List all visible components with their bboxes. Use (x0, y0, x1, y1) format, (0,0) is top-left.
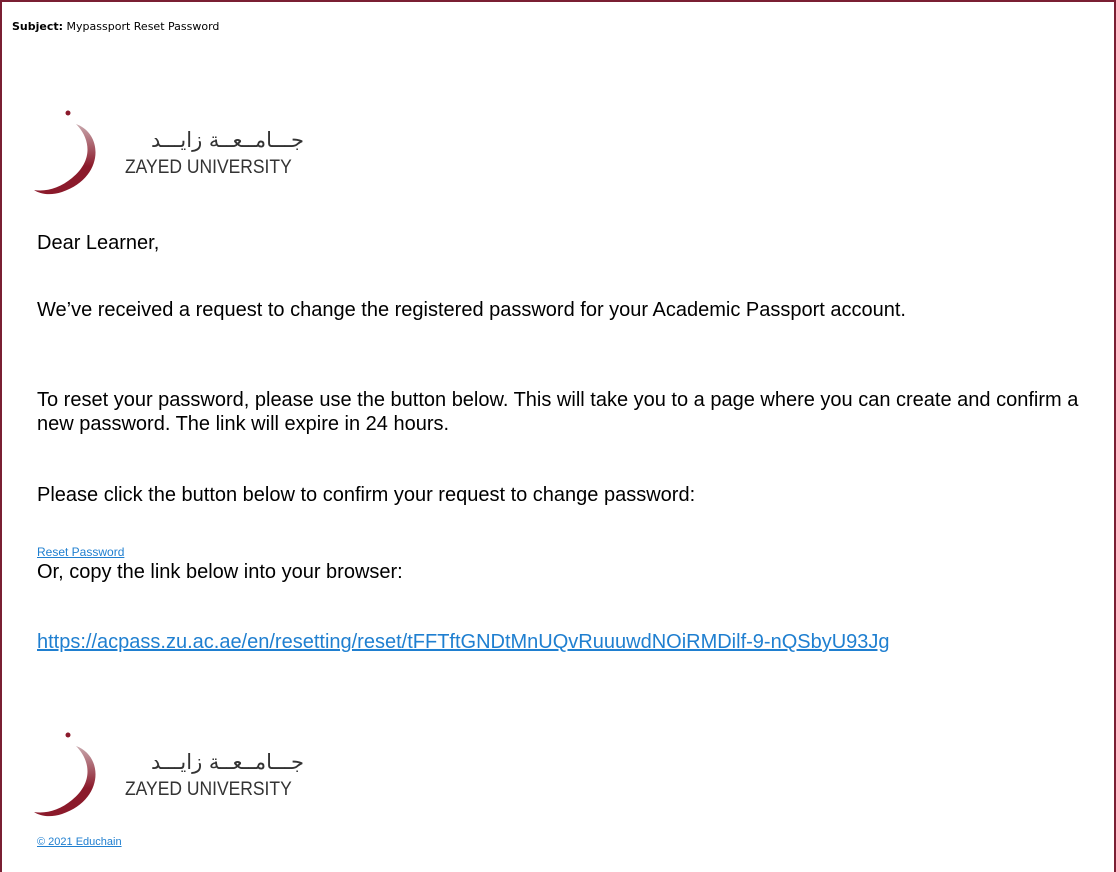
subject-text: Mypassport Reset Password (66, 20, 220, 33)
copyright-link[interactable]: © 2021 Educhain (37, 836, 122, 848)
email-frame: Subject: Mypassport Reset Password جـــا… (0, 0, 1116, 872)
university-crescent-icon (34, 732, 96, 817)
reset-url-link[interactable]: https://acpass.zu.ac.ae/en/resetting/res… (37, 630, 1037, 654)
email-subject: Subject: Mypassport Reset Password (12, 20, 219, 33)
paragraph-copy-link: Or, copy the link below into your browse… (37, 561, 403, 583)
logo-arabic-text: جـــامــعــة زايـــد (150, 750, 304, 774)
logo-arabic-text: جـــامــعــة زايـــد (150, 128, 304, 152)
logo-english-text: ZAYED UNIVERSITY (125, 779, 292, 800)
reset-password-link[interactable]: Reset Password (37, 545, 124, 559)
university-crescent-icon (34, 110, 96, 195)
paragraph-instructions: To reset your password, please use the b… (37, 389, 1079, 435)
paragraph-request: We’ve received a request to change the r… (37, 299, 906, 321)
greeting: Dear Learner, (37, 232, 160, 254)
zayed-university-logo-top: جـــامــعــة زايـــد ZAYED UNIVERSITY (32, 108, 332, 208)
logo-english-text: ZAYED UNIVERSITY (125, 157, 292, 178)
zayed-university-logo-bottom: جـــامــعــة زايـــد ZAYED UNIVERSITY (32, 730, 332, 830)
subject-label: Subject: (12, 20, 64, 33)
paragraph-confirm: Please click the button below to confirm… (37, 484, 696, 506)
